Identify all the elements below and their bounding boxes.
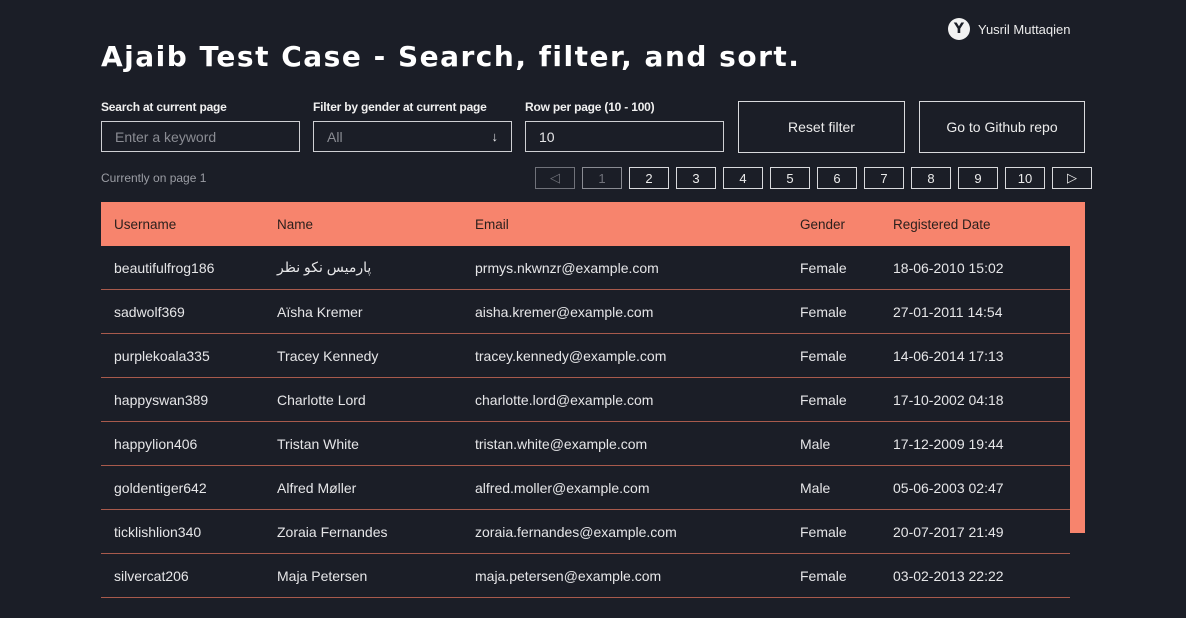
users-table: Username Name Email Gender Registered Da… — [101, 202, 1085, 598]
page-button-5[interactable]: 5 — [770, 167, 810, 189]
header-gender[interactable]: Gender — [787, 217, 880, 232]
cell-email: tracey.kennedy@example.com — [475, 347, 667, 364]
cell-username: ticklishlion340 — [114, 523, 202, 540]
search-input[interactable] — [101, 121, 300, 152]
cell-name: Zoraia Fernandes — [277, 523, 388, 540]
arrow-down-icon: ↓ — [491, 129, 499, 144]
cell-email: prmys.nkwnzr@example.com — [475, 259, 659, 276]
table-scrollbar[interactable] — [1070, 246, 1085, 533]
cell-email: aisha.kremer@example.com — [475, 303, 654, 320]
author-name: Yusril Muttaqien — [978, 21, 1071, 37]
page-button-10[interactable]: 10 — [1005, 167, 1045, 189]
rows-per-page-control: Row per page (10 - 100) 10 — [525, 100, 724, 152]
cell-email: maja.petersen@example.com — [475, 567, 662, 584]
table-row: goldentiger642 Alfred Møller alfred.moll… — [101, 466, 1070, 510]
cell-username: purplekoala335 — [114, 347, 210, 364]
cell-username: silvercat206 — [114, 567, 189, 584]
author-logo-icon: Y — [948, 18, 970, 40]
header-email[interactable]: Email — [462, 217, 787, 232]
cell-email: alfred.moller@example.com — [475, 479, 650, 496]
cell-username: sadwolf369 — [114, 303, 185, 320]
current-page-info: Currently on page 1 — [101, 171, 207, 185]
cell-gender: Female — [800, 567, 847, 584]
next-page-button[interactable]: ▷ — [1052, 167, 1092, 189]
cell-registered-date: 20-07-2017 21:49 — [893, 523, 1004, 540]
table-row: silvercat206 Maja Petersen maja.petersen… — [101, 554, 1070, 598]
page-button-4[interactable]: 4 — [723, 167, 763, 189]
cell-name: Charlotte Lord — [277, 391, 366, 408]
table-header: Username Name Email Gender Registered Da… — [101, 202, 1085, 246]
cell-registered-date: 17-12-2009 19:44 — [893, 435, 1004, 452]
cell-name: Tracey Kennedy — [277, 347, 379, 364]
cell-username: goldentiger642 — [114, 479, 207, 496]
page-button-8[interactable]: 8 — [911, 167, 951, 189]
page-button-9[interactable]: 9 — [958, 167, 998, 189]
reset-filter-button[interactable]: Reset filter — [738, 101, 905, 153]
header-username[interactable]: Username — [101, 217, 264, 232]
cell-gender: Female — [800, 523, 847, 540]
table-row: purplekoala335 Tracey Kennedy tracey.ken… — [101, 334, 1070, 378]
cell-name: پارمیس نکو نظر — [277, 259, 372, 275]
pagination: ◁ 1 2 3 4 5 6 7 8 9 10 ▷ — [535, 167, 1092, 189]
cell-registered-date: 17-10-2002 04:18 — [893, 391, 1004, 408]
cell-registered-date: 14-06-2014 17:13 — [893, 347, 1004, 364]
gender-filter-label: Filter by gender at current page — [313, 100, 487, 114]
table-row: sadwolf369 Aïsha Kremer aisha.kremer@exa… — [101, 290, 1070, 334]
cell-gender: Female — [800, 391, 847, 408]
table-row: beautifulfrog186 پارمیس نکو نظر prmys.nk… — [101, 246, 1070, 290]
cell-email: zoraia.fernandes@example.com — [475, 523, 677, 540]
cell-gender: Female — [800, 347, 847, 364]
search-control: Search at current page — [101, 100, 300, 152]
rows-per-page-label: Row per page (10 - 100) — [525, 100, 655, 114]
page-button-1[interactable]: 1 — [582, 167, 622, 189]
cell-name: Tristan White — [277, 435, 359, 452]
cell-email: tristan.white@example.com — [475, 435, 648, 452]
cell-name: Aïsha Kremer — [277, 303, 363, 320]
author-badge: Y Yusril Muttaqien — [948, 18, 1071, 40]
cell-gender: Female — [800, 303, 847, 320]
page-button-6[interactable]: 6 — [817, 167, 857, 189]
page-title: Ajaib Test Case - Search, filter, and so… — [101, 40, 801, 73]
cell-gender: Male — [800, 479, 831, 496]
cell-gender: Male — [800, 435, 831, 452]
github-repo-button[interactable]: Go to Github repo — [919, 101, 1085, 153]
cell-name: Alfred Møller — [277, 479, 357, 496]
page-button-2[interactable]: 2 — [629, 167, 669, 189]
cell-username: beautifulfrog186 — [114, 259, 215, 276]
prev-page-button[interactable]: ◁ — [535, 167, 575, 189]
rows-per-page-input[interactable]: 10 — [525, 121, 724, 152]
table-row: ticklishlion340 Zoraia Fernandes zoraia.… — [101, 510, 1070, 554]
gender-select-value: All — [327, 128, 343, 145]
cell-username: happyswan389 — [114, 391, 209, 408]
search-label: Search at current page — [101, 100, 227, 114]
cell-email: charlotte.lord@example.com — [475, 391, 654, 408]
gender-select[interactable]: All ↓ — [313, 121, 512, 152]
cell-registered-date: 18-06-2010 15:02 — [893, 259, 1004, 276]
table-row: happylion406 Tristan White tristan.white… — [101, 422, 1070, 466]
header-name[interactable]: Name — [264, 217, 462, 232]
cell-username: happylion406 — [114, 435, 198, 452]
table-row: happyswan389 Charlotte Lord charlotte.lo… — [101, 378, 1070, 422]
page-button-7[interactable]: 7 — [864, 167, 904, 189]
gender-filter-control: Filter by gender at current page All ↓ — [313, 100, 512, 152]
page-button-3[interactable]: 3 — [676, 167, 716, 189]
cell-name: Maja Petersen — [277, 567, 368, 584]
header-registered-date[interactable]: Registered Date — [880, 217, 1070, 232]
cell-registered-date: 27-01-2011 14:54 — [893, 303, 1003, 320]
rows-per-page-value: 10 — [539, 128, 555, 145]
cell-registered-date: 05-06-2003 02:47 — [893, 479, 1004, 496]
cell-registered-date: 03-02-2013 22:22 — [893, 567, 1004, 584]
cell-gender: Female — [800, 259, 847, 276]
